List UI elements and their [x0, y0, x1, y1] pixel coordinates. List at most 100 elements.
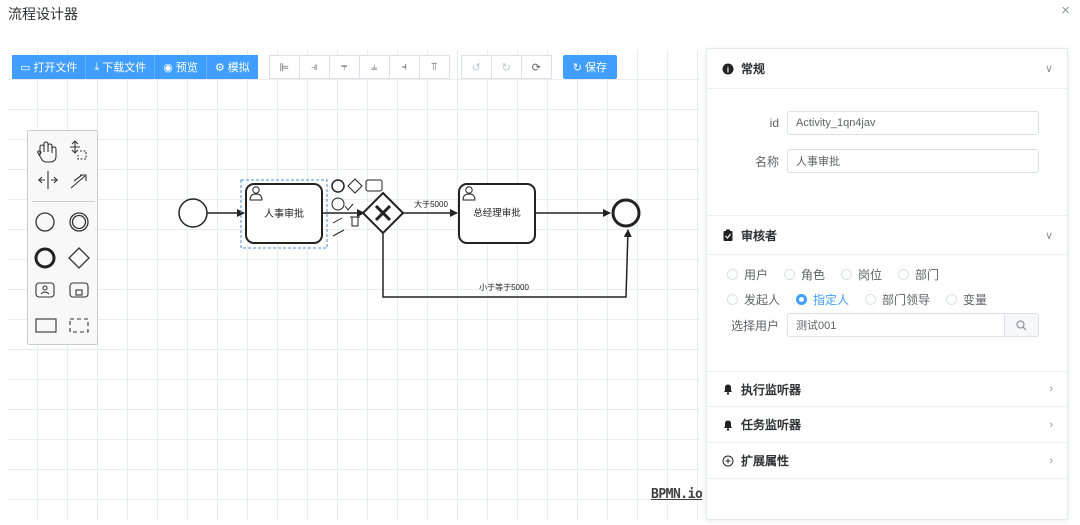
- start-event[interactable]: [178, 198, 208, 228]
- align-bottom-button[interactable]: ⫨: [358, 55, 390, 79]
- append-task-icon: [365, 179, 383, 192]
- space-tool-icon[interactable]: [38, 171, 58, 189]
- id-label: id: [769, 116, 779, 130]
- align-bottom-icon: ⫨: [371, 60, 378, 73]
- pool-tool-icon[interactable]: [35, 318, 57, 333]
- radio-variable[interactable]: 变量: [946, 291, 987, 308]
- bpmn-canvas[interactable]: 人事审批 大于5000 总经理审批 小于等于5000: [8, 50, 700, 520]
- reset-button[interactable]: ⟳: [520, 55, 552, 79]
- search-icon[interactable]: [1004, 314, 1038, 336]
- id-input[interactable]: Activity_1qn4jav: [787, 111, 1039, 135]
- align-top-icon: ⫧: [341, 60, 348, 73]
- section-ext-props-header[interactable]: 扩展属性 ›: [707, 443, 1067, 479]
- download-icon: ⤓: [94, 60, 100, 73]
- clipboard-check-icon: [721, 229, 735, 241]
- delete-icon: [350, 216, 360, 227]
- end-event[interactable]: [611, 198, 641, 228]
- select-user-label: 选择用户: [730, 318, 779, 333]
- refresh-icon: ⟳: [531, 61, 541, 74]
- dialog-title: 流程设计器: [8, 6, 78, 22]
- id-row: id Activity_1qn4jav: [707, 111, 1067, 135]
- palette-tools: [32, 140, 95, 333]
- section-exec-listener-header[interactable]: 执行监听器 ›: [707, 371, 1067, 407]
- align-center-icon: ⫞: [401, 60, 408, 73]
- section-reviewer-body: 用户 角色 岗位 部门 发起人 指定人 部门领导 变量 选择用户 测试001: [707, 255, 1067, 371]
- append-end-event-icon: [331, 179, 345, 193]
- tool-palette: [27, 130, 98, 345]
- section-reviewer-header[interactable]: 审核者 ∨: [707, 215, 1067, 255]
- folder-icon: ▭: [20, 61, 31, 74]
- gear-icon: ⚙: [214, 61, 225, 74]
- close-icon[interactable]: ×: [1061, 2, 1070, 19]
- section-general-body: id Activity_1qn4jav 名称 人事审批: [707, 89, 1067, 215]
- align-top-button[interactable]: ⫧: [328, 55, 360, 79]
- append-gateway-icon: [347, 178, 363, 194]
- toolbar: ▭ 打开文件 ⤓ 下载文件 ◉ 预览 ⚙ 模拟 ⊫ ⫣ ⫧ ⫨ ⫞ ⫪ ↺ ↻ …: [12, 55, 617, 79]
- radio-dept-leader[interactable]: 部门领导: [865, 291, 930, 308]
- radio-designated[interactable]: 指定人: [796, 291, 849, 308]
- align-left-button[interactable]: ⊫: [268, 55, 300, 79]
- section-task-listener-header[interactable]: 任务监听器 ›: [707, 407, 1067, 443]
- align-center-button[interactable]: ⫞: [388, 55, 420, 79]
- history-button-group: ↺ ↻ ⟳: [460, 55, 552, 79]
- chevron-right-icon: ›: [1049, 454, 1053, 467]
- chevron-right-icon: ›: [1049, 418, 1053, 431]
- radio-dept[interactable]: 部门: [898, 266, 939, 283]
- global-connect-tool-icon[interactable]: [70, 174, 87, 189]
- append-intermediate-event-icon: [331, 197, 345, 211]
- radio-user[interactable]: 用户: [727, 266, 768, 283]
- flow-label-le: 小于等于5000: [479, 282, 529, 292]
- file-button-group: ▭ 打开文件 ⤓ 下载文件 ◉ 预览 ⚙ 模拟: [12, 55, 258, 79]
- name-input[interactable]: 人事审批: [787, 149, 1039, 173]
- select-user-row: 选择用户 测试001: [707, 313, 1067, 337]
- chevron-right-icon: ›: [1049, 383, 1053, 395]
- undo-button[interactable]: ↺: [460, 55, 492, 79]
- task-gm-approval-label: 总经理审批: [473, 207, 521, 219]
- group-tool-icon[interactable]: [69, 318, 89, 333]
- preview-button[interactable]: ◉ 预览: [155, 55, 207, 79]
- subprocess-tool-icon[interactable]: [69, 282, 89, 298]
- open-file-button[interactable]: ▭ 打开文件: [12, 55, 87, 79]
- chevron-down-icon: ∨: [1044, 229, 1053, 242]
- download-file-button[interactable]: ⤓ 下载文件: [86, 55, 156, 79]
- bell-icon: [721, 419, 735, 431]
- align-left-icon: ⊫: [279, 61, 290, 74]
- section-general-header[interactable]: i 常规 ∨: [707, 49, 1067, 89]
- start-event-tool-icon[interactable]: [35, 212, 55, 232]
- reviewer-type-row-2: 发起人 指定人 部门领导 变量: [707, 288, 1067, 310]
- lasso-tool-icon[interactable]: [70, 140, 87, 160]
- name-label: 名称: [754, 154, 779, 169]
- save-icon: ↻: [572, 61, 582, 74]
- select-user-input[interactable]: 测试001: [787, 313, 1039, 337]
- bell-icon: [721, 383, 735, 395]
- align-right-icon: ⫣: [310, 60, 318, 73]
- undo-icon: ↺: [471, 61, 481, 74]
- plus-circle-icon: [721, 455, 735, 467]
- radio-post[interactable]: 岗位: [841, 266, 882, 283]
- radio-initiator[interactable]: 发起人: [727, 291, 780, 308]
- properties-panel: i 常规 ∨ id Activity_1qn4jav 名称 人事审批 审核者 ∨…: [706, 48, 1068, 520]
- reviewer-type-row-1: 用户 角色 岗位 部门: [707, 263, 1067, 285]
- align-middle-button[interactable]: ⫪: [418, 55, 450, 79]
- bpmn-io-watermark[interactable]: BPMN.io: [651, 487, 703, 502]
- eye-icon: ◉: [163, 61, 173, 74]
- more-icon: [332, 229, 345, 237]
- task-hr-approval-label: 人事审批: [264, 207, 304, 220]
- user-task-tool-icon[interactable]: [35, 282, 55, 298]
- align-middle-icon: ⫪: [431, 60, 438, 73]
- bpmn-diagram: 人事审批 大于5000 总经理审批 小于等于5000: [178, 178, 641, 298]
- redo-button[interactable]: ↻: [490, 55, 522, 79]
- align-right-button[interactable]: ⫣: [298, 55, 330, 79]
- save-button[interactable]: ↻ 保存: [562, 55, 617, 79]
- info-icon: i: [721, 63, 735, 75]
- simulate-button[interactable]: ⚙ 模拟: [206, 55, 258, 79]
- end-event-tool-icon[interactable]: [34, 247, 56, 269]
- radio-role[interactable]: 角色: [784, 266, 825, 283]
- intermediate-event-tool-icon[interactable]: [69, 212, 89, 232]
- redo-icon: ↻: [501, 61, 511, 74]
- hand-tool-icon[interactable]: [37, 141, 57, 163]
- gateway-tool-icon[interactable]: [68, 247, 90, 269]
- name-row: 名称 人事审批: [707, 149, 1067, 173]
- connect-icon: [332, 217, 343, 224]
- svg-text:i: i: [727, 65, 729, 74]
